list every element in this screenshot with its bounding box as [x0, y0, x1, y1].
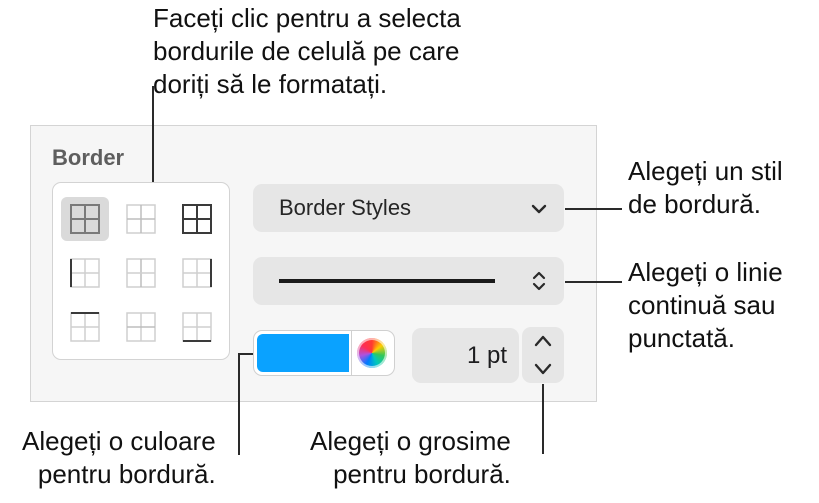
border-right-icon: [182, 258, 212, 288]
callout-line: pentru bordură.: [37, 459, 216, 489]
border-styles-popup[interactable]: Border Styles: [253, 184, 564, 232]
leader-line: [565, 208, 622, 210]
border-width-value: 1 pt: [466, 342, 507, 369]
callout-line: doriți să le formatați.: [153, 69, 388, 99]
leader-line: [152, 86, 154, 182]
right-border-button[interactable]: [173, 251, 221, 295]
callout-line: Faceți clic pentru a selecta: [153, 3, 461, 33]
callout-thickness: Alegeți o grosime pentru bordură.: [310, 425, 511, 491]
border-left-icon: [70, 258, 100, 288]
outside-borders-button[interactable]: [173, 197, 221, 241]
solid-line-sample: [279, 279, 495, 283]
chevron-down-icon: [531, 204, 547, 214]
border-color-well[interactable]: [253, 330, 395, 376]
border-width-field[interactable]: 1 pt: [412, 328, 519, 383]
border-inside-icon: [126, 204, 156, 234]
increment-button[interactable]: [522, 327, 564, 355]
border-vertical-inside-icon: [126, 258, 156, 288]
callout-line: Alegeți un stil: [628, 156, 783, 186]
up-down-chevron-icon: [532, 271, 546, 291]
inside-borders-button[interactable]: [117, 197, 165, 241]
border-horizontal-inside-icon: [126, 312, 156, 342]
line-style-popup[interactable]: [253, 257, 564, 305]
vertical-inside-border-button[interactable]: [117, 251, 165, 295]
horizontal-inside-border-button[interactable]: [117, 305, 165, 349]
divider: [351, 331, 352, 375]
border-styles-label: Border Styles: [279, 195, 412, 220]
callout-line-type: Alegeți o linie continuă sau punctată.: [628, 256, 783, 355]
decrement-button[interactable]: [522, 355, 564, 383]
bottom-border-button[interactable]: [173, 305, 221, 349]
border-outside-icon: [182, 204, 212, 234]
callout-line: de bordură.: [628, 189, 761, 219]
callout-line: Alegeți o culoare: [22, 426, 216, 456]
border-width-stepper[interactable]: [522, 327, 564, 383]
leader-line: [542, 384, 544, 454]
top-border-button[interactable]: [61, 305, 109, 349]
callout-border-style: Alegeți un stil de bordură.: [628, 155, 783, 221]
callout-line: pentru bordură.: [333, 459, 511, 489]
border-bottom-icon: [182, 312, 212, 342]
section-title: Border: [52, 145, 125, 170]
chevron-up-icon: [534, 335, 552, 347]
callout-line: punctată.: [628, 323, 735, 353]
leader-line: [238, 353, 253, 355]
callout-color: Alegeți o culoare pentru bordură.: [22, 425, 216, 491]
callout-line: Alegeți o linie: [628, 257, 783, 287]
color-wheel-icon[interactable]: [357, 338, 387, 368]
border-selector-grid: [52, 182, 230, 360]
all-borders-button[interactable]: [61, 197, 109, 241]
callout-line: bordurile de celulă pe care: [153, 36, 460, 66]
color-swatch[interactable]: [257, 334, 349, 372]
callout-select-borders: Faceți clic pentru a selecta bordurile d…: [153, 2, 461, 101]
callout-line: continuă sau: [628, 290, 776, 320]
leader-line: [565, 281, 622, 283]
leader-line: [238, 353, 240, 455]
border-top-icon: [70, 312, 100, 342]
callout-line: Alegeți o grosime: [310, 426, 511, 456]
left-border-button[interactable]: [61, 251, 109, 295]
border-all-icon: [70, 204, 100, 234]
chevron-down-icon: [534, 363, 552, 375]
